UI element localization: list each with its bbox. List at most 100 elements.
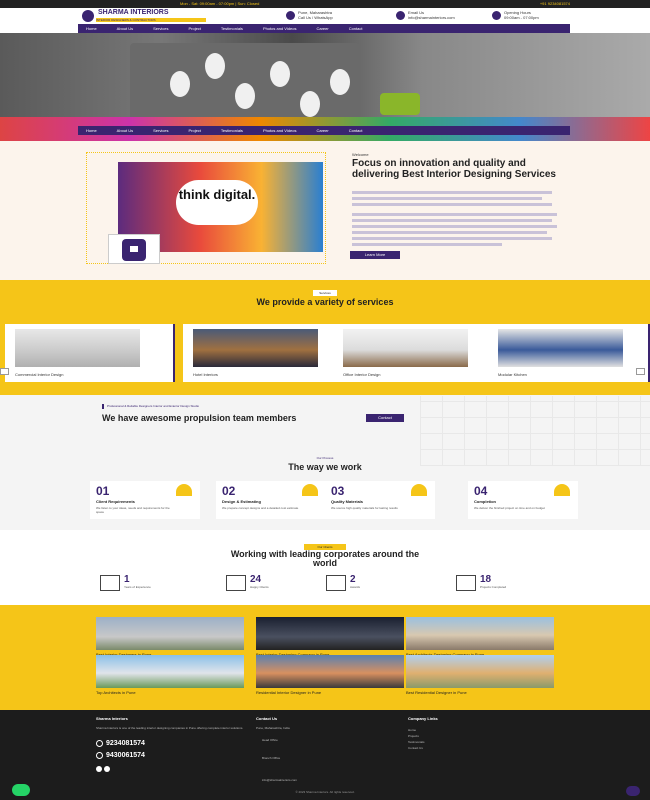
footer-link[interactable]: Projects xyxy=(408,734,419,739)
carousel-prev-icon[interactable] xyxy=(0,368,9,375)
service-label: Office Interior Design xyxy=(343,372,381,377)
footer-about: Sharma Interiors is one of the leading i… xyxy=(96,726,244,730)
step-title: Design & Estimating xyxy=(222,499,261,504)
service-image xyxy=(343,329,468,367)
step-desc: We prepare concept designs and a detaile… xyxy=(222,506,299,510)
carousel-next-icon[interactable] xyxy=(636,368,645,375)
nav-about[interactable]: About Us xyxy=(117,24,133,33)
project-caption: Residential Interior Designer in Pune xyxy=(256,690,322,695)
project-caption: Top Architects in Pune xyxy=(96,690,136,695)
footer-links-title: Company Links xyxy=(408,716,438,721)
nav-about[interactable]: About Us xyxy=(117,126,133,135)
whatsapp-icon[interactable] xyxy=(12,784,30,796)
services-tag: Services xyxy=(313,290,337,296)
nav-home[interactable]: Home xyxy=(86,24,97,33)
stat-awards: 2 Awards xyxy=(326,575,360,591)
sticky-nav: Home About Us Services Project Testimoni… xyxy=(78,126,570,135)
award-icon xyxy=(302,484,318,496)
header-info-location: Pune, Maharashtra Call Us / WhatsApp xyxy=(286,10,333,20)
service-card[interactable]: Hotel Interiors xyxy=(183,324,353,382)
footer-email[interactable]: info@sharmainteriors.com xyxy=(262,778,297,783)
phone-icon xyxy=(96,740,103,747)
location-icon xyxy=(286,10,295,20)
step-number: 02 xyxy=(222,484,236,498)
footer-link[interactable]: Home xyxy=(408,728,416,733)
service-card[interactable]: Office Interior Design xyxy=(333,324,503,382)
project-card[interactable]: Residential Interior Designer in Pune xyxy=(256,655,404,697)
top-phone[interactable]: +91 9234081574 xyxy=(540,0,570,8)
learn-more-button[interactable]: Learn More xyxy=(350,251,400,259)
nav-project[interactable]: Project xyxy=(188,126,200,135)
logo-brand: SHARMA INTERIORS xyxy=(98,9,169,16)
about-text-line xyxy=(352,191,552,194)
stat-experience: 1 Years of Experience xyxy=(100,575,151,591)
process-step: 01 Client Requirements We listen to your… xyxy=(90,481,200,519)
service-image xyxy=(15,329,140,367)
footer-link[interactable]: Contact Us xyxy=(408,746,423,751)
footer-contact-line: Head Office xyxy=(262,738,278,742)
architect-sketch-bg xyxy=(420,396,650,466)
copyright: © 2023 Sharma Interiors. All rights rese… xyxy=(295,790,355,794)
step-number: 01 xyxy=(96,484,110,498)
footer-contact-title: Contact Us xyxy=(256,716,278,721)
video-thumb[interactable] xyxy=(108,234,160,264)
step-desc: We deliver the finished project on time … xyxy=(474,506,545,510)
nav-career[interactable]: Career xyxy=(316,126,328,135)
nav-home[interactable]: Home xyxy=(86,126,97,135)
nav-photos-videos[interactable]: Photos and Videos xyxy=(263,24,297,33)
project-card[interactable]: Best Residential Designer in Pune xyxy=(406,655,554,697)
service-card[interactable]: Commercial Interior Design xyxy=(5,324,175,382)
nav-career[interactable]: Career xyxy=(316,24,328,33)
play-button[interactable] xyxy=(122,239,146,261)
building-icon xyxy=(100,575,120,591)
service-card[interactable]: Modular Kitchen xyxy=(488,324,650,382)
footer-contact-line: Branch Office xyxy=(262,756,281,760)
nav-contact[interactable]: Contact xyxy=(349,24,363,33)
project-card[interactable]: Best Interior Designing Company in Pune xyxy=(256,617,404,659)
project-card[interactable]: Best Architects Designing Company in Pun… xyxy=(406,617,554,659)
about-text-line xyxy=(352,197,542,200)
about-title: Focus on innovation and quality and deli… xyxy=(352,158,556,180)
about-text-line xyxy=(352,237,552,240)
site-logo[interactable]: SHARMA INTERIORS INTERIOR DESIGNERS & CO… xyxy=(78,9,208,23)
project-image xyxy=(406,655,554,688)
award-icon xyxy=(326,575,346,591)
service-label: Commercial Interior Design xyxy=(15,372,64,377)
project-card[interactable]: Best Interior Designers in Pune xyxy=(96,617,244,659)
worker-icon xyxy=(176,484,192,496)
top-info-bar: Mon - Sat: 09:00am - 07:00pm | Sun: Clos… xyxy=(0,0,650,8)
nav-services[interactable]: Services xyxy=(153,126,168,135)
clock-icon xyxy=(492,10,501,20)
nav-testimonials[interactable]: Testimonials xyxy=(221,126,243,135)
clients-icon xyxy=(226,575,246,591)
nav-contact[interactable]: Contact xyxy=(349,126,363,135)
project-caption: Best Residential Designer in Pune xyxy=(406,690,467,695)
helmet-icon xyxy=(554,484,570,496)
service-label: Hotel Interiors xyxy=(193,372,218,377)
footer-phone-1[interactable]: 9234081574 xyxy=(96,740,145,747)
step-desc: We source high quality materials for las… xyxy=(331,506,398,510)
nav-project[interactable]: Project xyxy=(188,24,200,33)
team-contact-button[interactable]: Contact xyxy=(366,414,404,422)
step-number: 04 xyxy=(474,484,488,498)
team-tag: Professional & Reliable Designers Interi… xyxy=(102,404,324,409)
nav-testimonials[interactable]: Testimonials xyxy=(221,24,243,33)
instagram-icon[interactable] xyxy=(104,766,110,772)
services-title: We provide a variety of services xyxy=(256,297,394,307)
facebook-icon[interactable] xyxy=(96,766,102,772)
project-card[interactable]: Top Architects in Pune xyxy=(96,655,244,697)
footer-contact-line: Pune, Maharashtra, India xyxy=(256,726,290,730)
main-nav: Home About Us Services Project Testimoni… xyxy=(78,24,570,33)
footer-link[interactable]: Testimonials xyxy=(408,740,425,745)
header-info-hours: Opening Hours 09:00am - 07:00pm xyxy=(492,10,539,20)
footer-phone-2[interactable]: 9430061574 xyxy=(96,752,145,759)
service-image xyxy=(193,329,318,367)
footer-brand: Sharma Interiors xyxy=(96,716,128,721)
logo-tagline: INTERIOR DESIGNERS & CONTRACTORS xyxy=(96,18,206,22)
nav-services[interactable]: Services xyxy=(153,24,168,33)
site-header: SHARMA INTERIORS INTERIOR DESIGNERS & CO… xyxy=(78,8,570,24)
scroll-to-top-icon[interactable] xyxy=(626,786,640,796)
logo-emblem-icon xyxy=(82,10,94,22)
nav-photos-videos[interactable]: Photos and Videos xyxy=(263,126,297,135)
stat-projects: 18 Projects Completed xyxy=(456,575,506,591)
